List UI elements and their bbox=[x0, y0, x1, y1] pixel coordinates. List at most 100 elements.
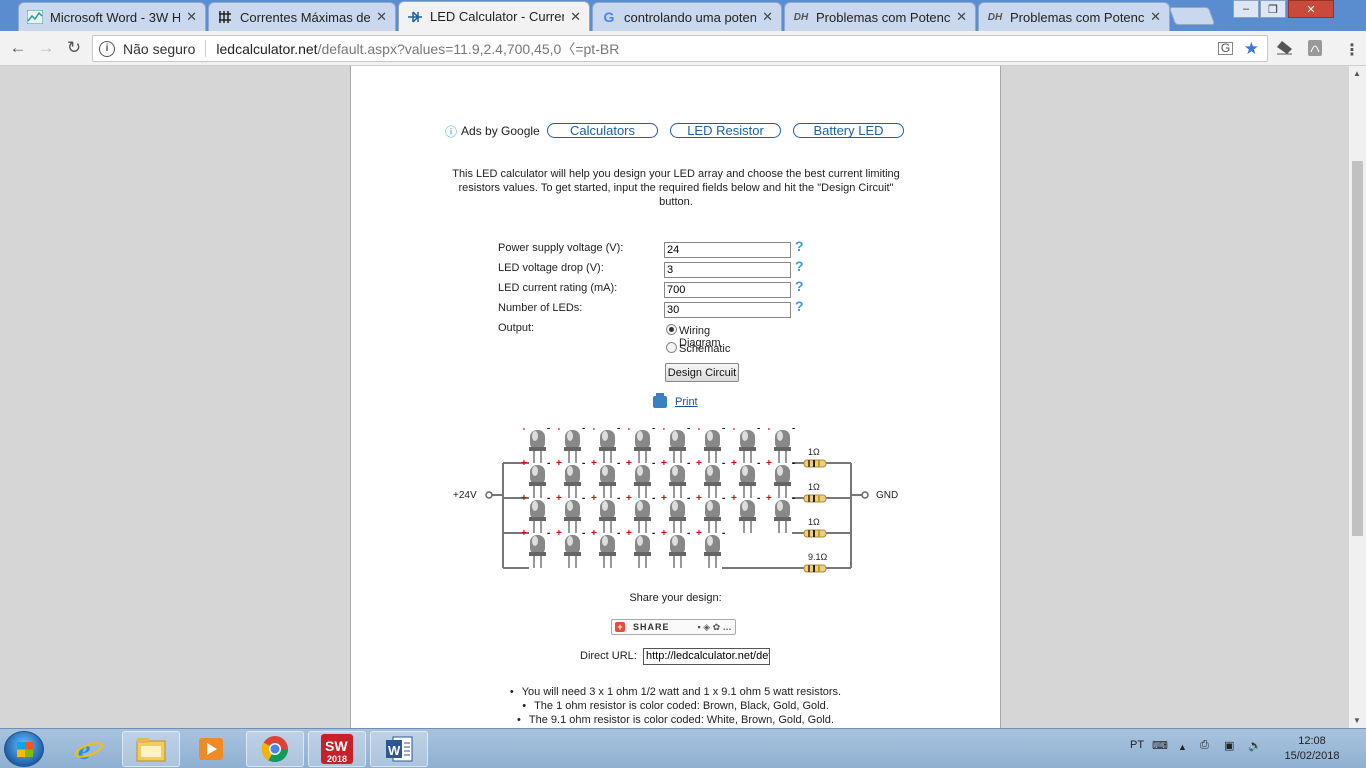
chrome-icon[interactable] bbox=[246, 731, 304, 767]
reload-button[interactable]: ↻ bbox=[63, 37, 85, 59]
help-icon[interactable]: ? bbox=[795, 258, 804, 274]
url-domain[interactable]: ledcalculator.net bbox=[216, 41, 317, 57]
help-icon[interactable]: ? bbox=[795, 298, 804, 314]
led-leg bbox=[533, 484, 542, 498]
tab-problemas-2[interactable]: DH Problemas com Potencia ✕ bbox=[978, 2, 1170, 31]
resistor-label: 1Ω bbox=[808, 482, 820, 492]
internet-explorer-icon[interactable]: e bbox=[60, 731, 118, 767]
solidworks-icon[interactable]: SW 2018 bbox=[308, 731, 366, 767]
help-icon[interactable]: ? bbox=[795, 238, 804, 254]
resistor-label: 1Ω bbox=[808, 517, 820, 527]
number-of-leds-label: Number of LEDs: bbox=[498, 302, 583, 314]
led-cathode-mark: - bbox=[617, 528, 620, 539]
led-leg bbox=[708, 449, 717, 463]
led-rim bbox=[704, 447, 721, 451]
plus-icon: + bbox=[615, 622, 625, 632]
resistors: 1Ω 1Ω 1Ω 9.1Ω bbox=[803, 447, 828, 573]
print-label[interactable]: Print bbox=[675, 396, 698, 408]
tab-strip: Microsoft Word - 3W Hig ✕ Correntes Máxi… bbox=[0, 0, 1366, 31]
keyboard-icon[interactable]: ⌨ bbox=[1152, 739, 1168, 752]
back-button[interactable]: ← bbox=[7, 37, 29, 59]
scrollbar-thumb[interactable] bbox=[1352, 161, 1363, 536]
led: + - bbox=[626, 528, 655, 568]
led-highlight bbox=[602, 431, 608, 441]
maximize-button[interactable]: ❐ bbox=[1260, 0, 1286, 18]
ad-led-resistor-button[interactable]: LED Resistor bbox=[670, 123, 781, 138]
close-icon[interactable]: ✕ bbox=[762, 9, 773, 25]
scroll-down-icon[interactable]: ▼ bbox=[1353, 716, 1361, 725]
menu-icon[interactable]: ⋮ bbox=[1344, 40, 1360, 60]
led-array: + - + - + - + - + - + - + - + -+ - + - + - + - + - + - + - + -+ - + - + - + -… bbox=[521, 428, 795, 568]
led-rim bbox=[599, 482, 616, 486]
tab-word[interactable]: Microsoft Word - 3W Hig ✕ bbox=[18, 2, 206, 31]
print-link[interactable]: Print bbox=[653, 393, 698, 408]
bookmark-star-icon[interactable]: ★ bbox=[1244, 39, 1259, 59]
eraser-icon[interactable] bbox=[1276, 40, 1293, 60]
pdf-extension-icon[interactable] bbox=[1308, 40, 1322, 61]
led-leg bbox=[673, 484, 682, 498]
vertical-scrollbar[interactable]: ▲ ▼ bbox=[1349, 66, 1366, 728]
translate-icon[interactable]: G bbox=[1218, 42, 1233, 55]
led-highlight bbox=[672, 501, 678, 511]
led-current-input[interactable]: 700 bbox=[664, 282, 791, 298]
tab-google-search[interactable]: G controlando uma potenc ✕ bbox=[592, 2, 782, 31]
info-icon[interactable]: i bbox=[99, 40, 115, 57]
address-bar[interactable]: i Não seguro ledcalculator.net /default.… bbox=[92, 35, 1268, 62]
led: + - bbox=[591, 458, 620, 498]
led-anode-mark: + bbox=[556, 493, 562, 504]
tab-led-calculator[interactable]: LED Calculator - Current ✕ bbox=[398, 1, 590, 31]
led-cathode-mark: - bbox=[617, 458, 620, 469]
close-icon[interactable]: ✕ bbox=[956, 9, 967, 25]
ads-by-google[interactable]: ⓘ Ads by Google bbox=[445, 123, 540, 139]
schematic-radio[interactable] bbox=[666, 342, 677, 353]
ad-calculators-button[interactable]: Calculators bbox=[547, 123, 658, 138]
printer-icon[interactable] bbox=[653, 393, 667, 408]
language-indicator[interactable]: PT bbox=[1130, 739, 1144, 751]
close-icon[interactable]: ✕ bbox=[570, 9, 581, 25]
supply-voltage-terminal-label: +24V bbox=[453, 490, 477, 501]
resistor-band bbox=[818, 495, 820, 502]
share-button[interactable]: + SHARE ▪ ◈ ✿ … bbox=[611, 619, 736, 635]
volume-icon[interactable]: 🔈 bbox=[1248, 739, 1262, 752]
usb-device-icon[interactable]: ⎙ bbox=[1200, 739, 1209, 752]
number-of-leds-input[interactable]: 30 bbox=[664, 302, 791, 318]
supply-voltage-input[interactable]: 24 bbox=[664, 242, 791, 258]
url-path[interactable]: /default.aspx?values=11.9,2.4,700,45,0〈=… bbox=[318, 39, 620, 59]
forward-button[interactable]: → bbox=[35, 37, 57, 59]
close-icon[interactable]: ✕ bbox=[1150, 9, 1161, 25]
info-circle-icon[interactable]: ⓘ bbox=[445, 123, 457, 140]
word-icon[interactable]: W bbox=[370, 731, 428, 767]
file-explorer-icon[interactable] bbox=[122, 731, 180, 767]
led: + - bbox=[521, 493, 550, 533]
scroll-up-icon[interactable]: ▲ bbox=[1353, 69, 1361, 78]
led-cathode-mark: - bbox=[547, 428, 550, 434]
schematic-label[interactable]: Schematic bbox=[679, 343, 730, 355]
led-voltage-drop-input[interactable]: 3 bbox=[664, 262, 791, 278]
tab-problemas-1[interactable]: DH Problemas com Potencia ✕ bbox=[784, 2, 976, 31]
page-content: ⓘ Ads by Google Calculators LED Resistor… bbox=[350, 66, 1001, 728]
reload-icon: ↻ bbox=[66, 38, 82, 57]
led: + - bbox=[766, 493, 795, 533]
direct-url-field[interactable]: http://ledcalculator.net/def bbox=[643, 648, 770, 665]
wiring-diagram-radio[interactable] bbox=[666, 324, 677, 335]
close-icon[interactable]: ✕ bbox=[186, 9, 197, 25]
show-hidden-icons-icon[interactable]: ▲ bbox=[1178, 742, 1187, 752]
system-clock[interactable]: 12:08 15/02/2018 bbox=[1283, 734, 1341, 764]
tab-correntes[interactable]: Correntes Máximas de Po ✕ bbox=[208, 2, 396, 31]
ad-battery-led-button[interactable]: Battery LED bbox=[793, 123, 904, 138]
led-anode-mark: + bbox=[661, 528, 667, 539]
help-icon[interactable]: ? bbox=[795, 278, 804, 294]
close-window-button[interactable]: ✕ bbox=[1288, 0, 1334, 18]
led-leg bbox=[568, 449, 577, 463]
minimize-button[interactable]: ‒ bbox=[1233, 0, 1259, 18]
led-anode-mark: + bbox=[591, 493, 597, 504]
new-tab-button[interactable] bbox=[1168, 7, 1216, 25]
start-button[interactable] bbox=[4, 731, 44, 767]
network-icon[interactable]: ▣ bbox=[1224, 739, 1234, 752]
media-player-icon[interactable] bbox=[182, 731, 240, 767]
design-circuit-button[interactable]: Design Circuit bbox=[665, 363, 739, 382]
led-leg bbox=[743, 519, 752, 533]
led-anode-mark: + bbox=[521, 428, 527, 434]
close-icon[interactable]: ✕ bbox=[376, 9, 387, 25]
security-label[interactable]: Não seguro bbox=[123, 41, 195, 57]
